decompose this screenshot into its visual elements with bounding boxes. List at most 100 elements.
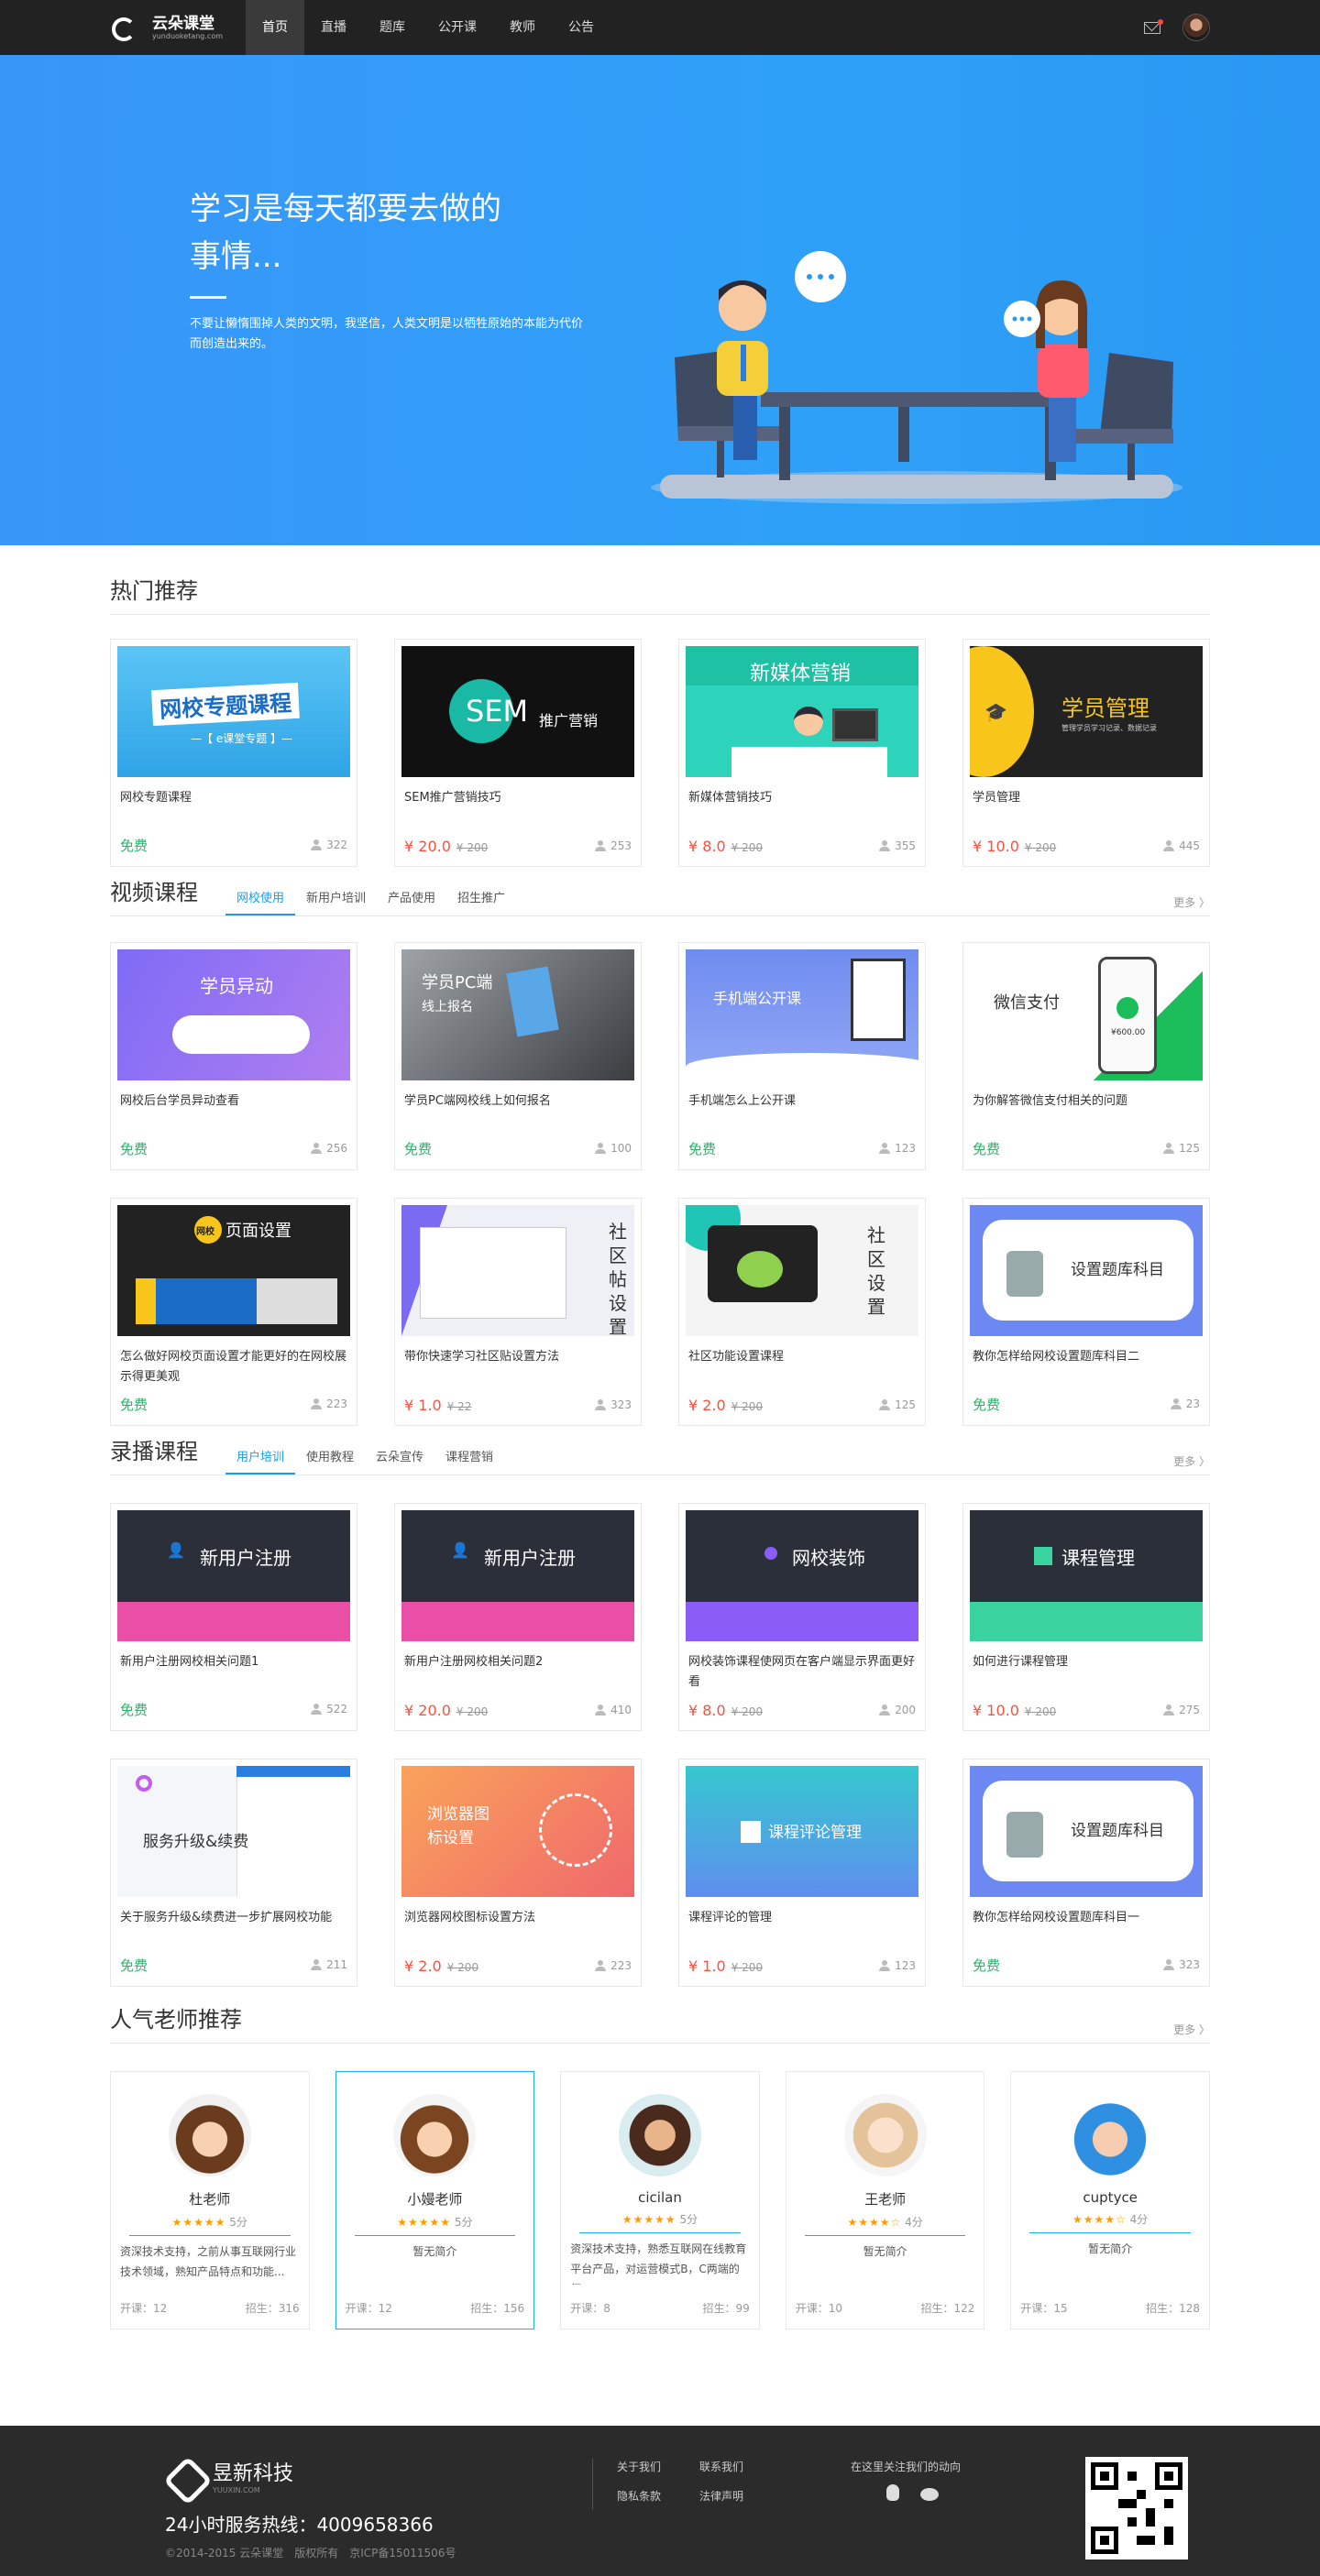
student-count: 211 <box>326 1958 347 1971</box>
teacher-name[interactable]: 小嫚老师 <box>336 2189 534 2209</box>
teacher-rating: ★★★★☆ 4分 <box>847 2216 923 2229</box>
course-title[interactable]: 教你怎样给网校设置题库科目二 <box>973 1347 1200 1387</box>
course-price: ¥ 2.0 <box>688 1397 726 1414</box>
course-card[interactable]: 社区设置 社区功能设置课程 ¥ 2.0 ¥ 200 125 <box>678 1198 926 1426</box>
course-title[interactable]: 网校后台学员异动查看 <box>120 1091 347 1132</box>
course-thumbnail: 设置题库科目 <box>970 1766 1203 1897</box>
course-card[interactable]: 学员异动 网校后台学员异动查看 免费 256 <box>110 942 358 1170</box>
course-thumbnail: 课程管理 <box>970 1510 1203 1641</box>
course-title[interactable]: 为你解答微信支付相关的问题 <box>973 1091 1200 1132</box>
course-card[interactable]: 学员PC端 线上报名 学员PC端网校线上如何报名 免费 100 <box>394 942 642 1170</box>
person-icon <box>879 1399 891 1410</box>
nav-teachers[interactable]: 教师 <box>493 0 552 55</box>
student-count: 253 <box>610 839 632 852</box>
star-icons: ★★★★★ <box>171 2216 226 2229</box>
tab-new-user-training[interactable]: 新用户培训 <box>295 888 377 915</box>
teacher-card[interactable]: 王老师 ★★★★☆ 4分 暂无简介 开课：10 招生：122 <box>785 2071 985 2329</box>
course-thumbnail: 👤 新用户注册 <box>402 1510 634 1641</box>
banner-description: 不要让懒惰围掉人类的文明，我坚信，人类文明是以牺牲原始的本能为代价而创造出来的。 <box>190 317 584 351</box>
teacher-name[interactable]: cuptyce <box>1011 2189 1209 2206</box>
course-title[interactable]: 手机端怎么上公开课 <box>688 1091 916 1132</box>
user-avatar[interactable] <box>1182 14 1210 41</box>
original-price: ¥ 200 <box>731 1705 764 1718</box>
course-title[interactable]: 新媒体营销技巧 <box>688 788 916 828</box>
tab-school-use[interactable]: 网校使用 <box>226 888 296 915</box>
teacher-card[interactable]: 小嫚老师 ★★★★★ 5分 暂无简介 开课：12 招生：156 <box>335 2071 535 2329</box>
course-title[interactable]: 学员PC端网校线上如何报名 <box>404 1091 632 1132</box>
tab-enrollment[interactable]: 招生推广 <box>446 888 516 915</box>
enroll-count: 招生：156 <box>470 2302 525 2315</box>
course-title[interactable]: 社区功能设置课程 <box>688 1347 916 1387</box>
course-card[interactable]: SEM 推广营销 SEM推广营销技巧 ¥ 20.0 ¥ 200 253 <box>394 639 642 867</box>
teacher-card[interactable]: 杜老师 ★★★★★ 5分 资深技术支持，之前从事互联网行业技术领域，熟知产品特点… <box>110 2071 310 2329</box>
course-title[interactable]: 教你怎样给网校设置题库科目一 <box>973 1908 1200 1948</box>
course-title[interactable]: 网校专题课程 <box>120 788 347 828</box>
course-card[interactable]: 👤 新用户注册 新用户注册网校相关问题1 免费 522 <box>110 1503 358 1731</box>
tab-tutorials[interactable]: 使用教程 <box>295 1447 365 1474</box>
course-card[interactable]: 🎓 学员管理 管理学员学习记录、数据记录 学员管理 ¥ 10.0 ¥ 200 445 <box>962 639 1210 867</box>
more-link[interactable]: 更多 〉 <box>1173 1453 1210 1469</box>
more-link[interactable]: 更多 〉 <box>1173 2022 1210 2037</box>
course-title[interactable]: 学员管理 <box>973 788 1200 828</box>
more-link[interactable]: 更多 〉 <box>1173 894 1210 910</box>
course-title[interactable]: 浏览器网校图标设置方法 <box>404 1908 632 1948</box>
course-card[interactable]: 网校 页面设置 怎么做好网校页面设置才能更好的在网校展示得更美观 免费 223 <box>110 1198 358 1426</box>
teacher-name[interactable]: 王老师 <box>786 2189 984 2209</box>
course-title[interactable]: 新用户注册网校相关问题1 <box>120 1652 347 1693</box>
course-card[interactable]: 微信支付 ¥600.00 为你解答微信支付相关的问题 免费 125 <box>962 942 1210 1170</box>
nav-live[interactable]: 直播 <box>304 0 363 55</box>
footer-logo[interactable]: 昱新科技 YUUXIN.COM <box>165 2457 293 2494</box>
tab-promotion[interactable]: 云朵宣传 <box>365 1447 434 1474</box>
original-price: ¥ 22 <box>446 1400 472 1413</box>
nav-question-bank[interactable]: 题库 <box>363 0 422 55</box>
tab-course-marketing[interactable]: 课程营销 <box>434 1447 504 1474</box>
course-title[interactable]: 新用户注册网校相关问题2 <box>404 1652 632 1693</box>
course-card[interactable]: 新媒体营销 新媒体营销技巧 ¥ 8.0 ¥ 200 355 <box>678 639 926 867</box>
tab-product-use[interactable]: 产品使用 <box>377 888 446 915</box>
course-title[interactable]: 课程评论的管理 <box>688 1908 916 1948</box>
course-card[interactable]: 服务升级&续费 关于服务升级&续费进一步扩展网校功能 免费 211 <box>110 1759 358 1987</box>
mail-icon[interactable] <box>1144 18 1163 34</box>
course-title[interactable]: 关于服务升级&续费进一步扩展网校功能 <box>120 1908 347 1948</box>
nav-open-class[interactable]: 公开课 <box>422 0 493 55</box>
student-count: 410 <box>610 1704 632 1716</box>
footer-link-contact[interactable]: 联系我们 <box>699 2459 782 2481</box>
footer-link-about[interactable]: 关于我们 <box>617 2459 699 2481</box>
course-title[interactable]: 怎么做好网校页面设置才能更好的在网校展示得更美观 <box>120 1347 347 1387</box>
teacher-card[interactable]: cuptyce ★★★★☆ 4分 暂无简介 开课：15 招生：128 <box>1010 2071 1210 2329</box>
course-price: 免费 <box>120 1957 148 1974</box>
course-card[interactable]: 课程管理 如何进行课程管理 ¥ 10.0 ¥ 200 275 <box>962 1503 1210 1731</box>
course-title[interactable]: 带你快速学习社区贴设置方法 <box>404 1347 632 1387</box>
qq-icon[interactable] <box>882 2484 904 2503</box>
course-card[interactable]: 网校专题课程 —【 e课堂专题 】— 网校专题课程 免费 322 <box>110 639 358 867</box>
course-card[interactable]: 手机端公开课 手机端怎么上公开课 免费 123 <box>678 942 926 1170</box>
teacher-name[interactable]: cicilan <box>561 2189 759 2206</box>
footer-link-privacy[interactable]: 隐私条款 <box>617 2488 699 2510</box>
course-thumbnail: 👤 新用户注册 <box>117 1510 350 1641</box>
course-title[interactable]: SEM推广营销技巧 <box>404 788 632 828</box>
course-count: 开课：12 <box>120 2302 168 2315</box>
course-card[interactable]: 网校装饰 网校装饰课程使网页在客户端显示界面更好看 ¥ 8.0 ¥ 200 200 <box>678 1503 926 1731</box>
site-logo[interactable]: 云朵课堂 yunduoketang.com <box>110 9 236 46</box>
course-card[interactable]: 浏览器图标设置 浏览器网校图标设置方法 ¥ 2.0 ¥ 200 223 <box>394 1759 642 1987</box>
nav-home[interactable]: 首页 <box>246 0 304 55</box>
teacher-card[interactable]: cicilan ★★★★★ 5分 资深技术支持，熟悉互联网在线教育平台产品，对运… <box>560 2071 760 2329</box>
student-count: 322 <box>326 839 347 851</box>
course-title[interactable]: 如何进行课程管理 <box>973 1652 1200 1693</box>
course-title[interactable]: 网校装饰课程使网页在客户端显示界面更好看 <box>688 1652 916 1693</box>
tab-user-training[interactable]: 用户培训 <box>226 1447 296 1474</box>
teacher-intro: 资深技术支持，熟悉互联网在线教育平台产品，对运营模式B，C两端的行 <box>570 2242 747 2285</box>
course-card[interactable]: 设置题库科目 教你怎样给网校设置题库科目二 免费 23 <box>962 1198 1210 1426</box>
course-card[interactable]: 社区帖设置 带你快速学习社区贴设置方法 ¥ 1.0 ¥ 22 323 <box>394 1198 642 1426</box>
nav-announcements[interactable]: 公告 <box>552 0 610 55</box>
star-icons: ★★★★☆ <box>1072 2213 1127 2226</box>
footer-link-legal[interactable]: 法律声明 <box>699 2488 782 2510</box>
course-card[interactable]: 课程评论管理 课程评论的管理 ¥ 1.0 ¥ 200 123 <box>678 1759 926 1987</box>
weibo-icon[interactable] <box>918 2484 940 2503</box>
teacher-name[interactable]: 杜老师 <box>111 2189 309 2209</box>
student-count: 23 <box>1185 1398 1200 1410</box>
person-icon <box>311 1398 323 1409</box>
course-card[interactable]: 设置题库科目 教你怎样给网校设置题库科目一 免费 323 <box>962 1759 1210 1987</box>
student-count: 323 <box>610 1398 632 1411</box>
course-card[interactable]: 👤 新用户注册 新用户注册网校相关问题2 ¥ 20.0 ¥ 200 410 <box>394 1503 642 1731</box>
